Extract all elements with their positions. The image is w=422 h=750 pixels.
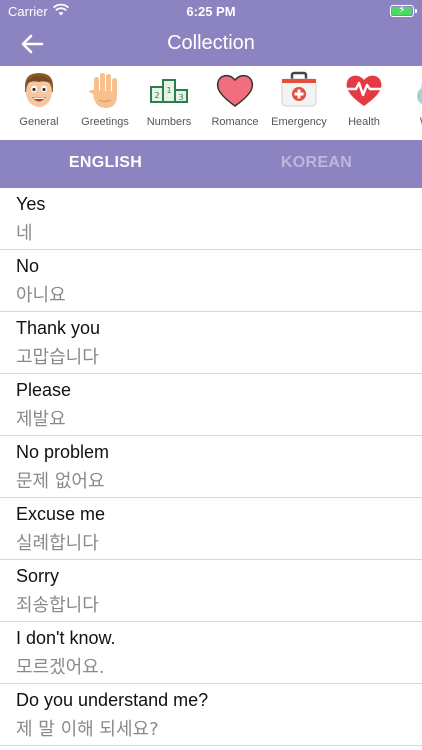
category-numbers[interactable]: 1 2 3 Numbers — [136, 66, 202, 140]
korean-translation: 네 — [16, 223, 33, 244]
category-label: Romance — [211, 116, 259, 128]
battery-icon: ⚡ — [390, 4, 417, 17]
category-carousel[interactable]: General Greetings 1 2 3 Numbers Romance … — [0, 66, 422, 140]
category-romance[interactable]: Romance — [202, 66, 268, 140]
category-label: General — [19, 116, 59, 128]
list-item[interactable]: Please 제발요 — [0, 374, 422, 436]
nav-bar: Collection — [0, 22, 422, 66]
category-label: Greetings — [81, 116, 129, 128]
list-item[interactable]: Thank you 고맙습니다 — [0, 312, 422, 374]
category-greetings[interactable]: Greetings — [72, 66, 138, 140]
korean-translation: 모르겠어요. — [16, 657, 105, 678]
list-item[interactable]: I don't know. 모르겠어요. — [0, 622, 422, 684]
list-item[interactable]: Sorry 죄송합니다 — [0, 560, 422, 622]
list-item[interactable]: Excuse me 실례합니다 — [0, 498, 422, 560]
list-item[interactable]: Do you understand me? 제 말 이해 되세요? — [0, 684, 422, 746]
tab-korean[interactable]: KOREAN — [211, 140, 422, 188]
tab-english[interactable]: ENGLISH — [0, 140, 211, 188]
heartbeat-icon — [344, 70, 384, 110]
korean-translation: 아니요 — [16, 285, 66, 306]
category-general[interactable]: General — [6, 66, 72, 140]
heart-icon — [215, 70, 255, 110]
list-item[interactable]: Yes 네 — [0, 188, 422, 250]
korean-translation: 제 말 이해 되세요? — [16, 719, 159, 740]
english-phrase: Please — [16, 380, 72, 400]
english-phrase: Excuse me — [16, 504, 106, 524]
svg-text:1: 1 — [166, 86, 171, 95]
korean-translation: 제발요 — [16, 409, 66, 430]
english-phrase: No problem — [16, 442, 110, 462]
english-phrase: No — [16, 256, 40, 276]
english-phrase: Thank you — [16, 318, 101, 338]
phrase-list[interactable]: Yes 네 No 아니요 Thank you 고맙습니다 Please 제발요 … — [0, 188, 422, 750]
page-title: Collection — [167, 32, 255, 54]
category-emergency[interactable]: Emergency — [266, 66, 332, 140]
svg-text:2: 2 — [154, 91, 159, 100]
smiling-face-icon — [19, 70, 59, 110]
category-label: We — [391, 116, 422, 128]
status-time: 6:25 PM — [186, 4, 236, 19]
category-label: Health — [348, 116, 380, 128]
first-aid-kit-icon — [279, 70, 319, 110]
category-label: Numbers — [146, 116, 192, 128]
podium-numbers-icon: 1 2 3 — [149, 70, 189, 110]
list-item[interactable]: No problem 문제 없어요 — [0, 436, 422, 498]
english-phrase: Yes — [16, 194, 46, 214]
korean-translation: 실례합니다 — [16, 533, 99, 554]
korean-translation: 죄송합니다 — [16, 595, 99, 616]
waving-hand-icon — [85, 70, 125, 110]
category-label: Emergency — [271, 116, 327, 128]
list-item[interactable]: No 아니요 — [0, 250, 422, 312]
svg-text:3: 3 — [178, 93, 183, 102]
category-health[interactable]: Health — [331, 66, 397, 140]
weather-icon — [408, 70, 422, 110]
korean-translation: 고맙습니다 — [16, 347, 99, 368]
language-tabs: ENGLISH KOREAN — [0, 140, 422, 188]
english-phrase: I don't know. — [16, 628, 116, 648]
english-phrase: Sorry — [16, 566, 60, 586]
korean-translation: 문제 없어요 — [16, 471, 105, 492]
english-phrase: Do you understand me? — [16, 690, 209, 710]
category-weather[interactable]: We — [395, 66, 422, 140]
status-bar: Carrier 6:25 PM ⚡ — [0, 0, 422, 22]
